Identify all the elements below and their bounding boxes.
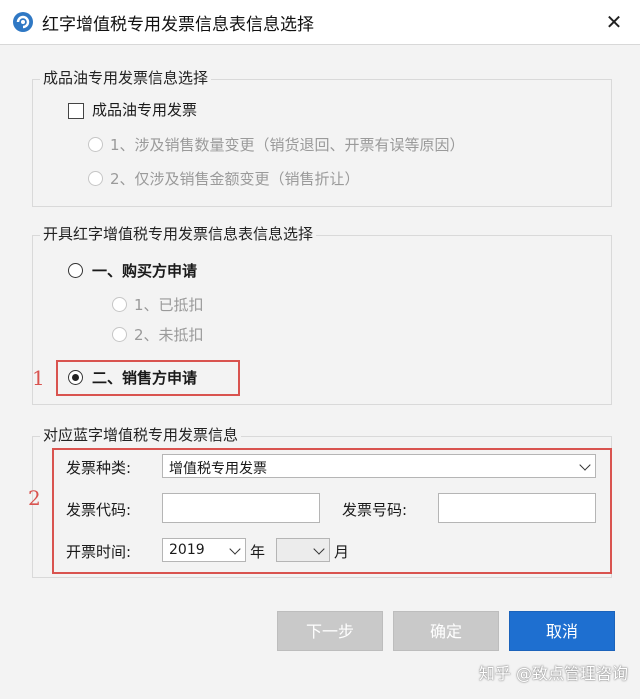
- not-deducted-radio[interactable]: [112, 327, 127, 342]
- year-select[interactable]: 2019: [162, 538, 246, 562]
- oil-option2-radio[interactable]: [88, 171, 103, 186]
- oil-invoice-checkbox[interactable]: [68, 103, 84, 119]
- oil-invoice-checkbox-label: 成品油专用发票: [92, 101, 198, 119]
- buyer-apply-label: 一、购买方申请: [92, 262, 198, 280]
- annotation-mark-1: 1: [32, 366, 45, 390]
- month-suffix: 月: [334, 543, 350, 561]
- cancel-button[interactable]: 取消: [509, 611, 615, 651]
- invoice-code-input[interactable]: [162, 493, 320, 523]
- month-select[interactable]: [276, 538, 330, 562]
- oil-option2-label: 2、仅涉及销售金额变更（销售折让）: [110, 170, 360, 188]
- confirm-button[interactable]: 确定: [393, 611, 499, 651]
- oil-option1-radio[interactable]: [88, 137, 103, 152]
- seller-apply-label: 二、销售方申请: [92, 369, 198, 387]
- blue-group-legend: 对应蓝字增值税专用发票信息: [40, 424, 242, 445]
- chevron-down-icon: [313, 543, 325, 555]
- close-icon[interactable]: ✕: [600, 8, 628, 36]
- invoice-code-label: 发票代码:: [66, 501, 132, 519]
- apply-group-legend: 开具红字增值税专用发票信息表信息选择: [40, 223, 317, 244]
- app-logo-icon: [13, 12, 33, 32]
- year-suffix: 年: [250, 543, 266, 561]
- window-title: 红字增值税专用发票信息表信息选择: [42, 15, 314, 35]
- watermark: 知乎 @致点管理咨询: [478, 664, 628, 683]
- not-deducted-label: 2、未抵扣: [134, 326, 204, 344]
- year-value: 2019: [169, 542, 205, 558]
- deducted-label: 1、已抵扣: [134, 296, 204, 314]
- dialog-window: 红字增值税专用发票信息表信息选择 ✕ 成品油专用发票信息选择 成品油专用发票 1…: [0, 0, 640, 699]
- seller-apply-radio[interactable]: [68, 370, 83, 385]
- oil-option1-label: 1、涉及销售数量变更（销货退回、开票有误等原因）: [110, 136, 465, 154]
- next-step-button[interactable]: 下一步: [277, 611, 383, 651]
- invoice-type-select[interactable]: 增值税专用发票: [162, 454, 596, 478]
- invoice-date-label: 开票时间:: [66, 543, 132, 561]
- chevron-down-icon: [579, 459, 591, 471]
- oil-group-legend: 成品油专用发票信息选择: [40, 67, 212, 88]
- chevron-down-icon: [229, 543, 241, 555]
- invoice-number-label: 发票号码:: [342, 501, 408, 519]
- title-bar: 红字增值税专用发票信息表信息选择 ✕: [0, 0, 640, 44]
- deducted-radio[interactable]: [112, 297, 127, 312]
- invoice-type-value: 增值税专用发票: [169, 461, 267, 477]
- invoice-type-label: 发票种类:: [66, 459, 132, 477]
- invoice-number-input[interactable]: [438, 493, 596, 523]
- annotation-mark-2: 2: [28, 486, 41, 510]
- buyer-apply-radio[interactable]: [68, 263, 83, 278]
